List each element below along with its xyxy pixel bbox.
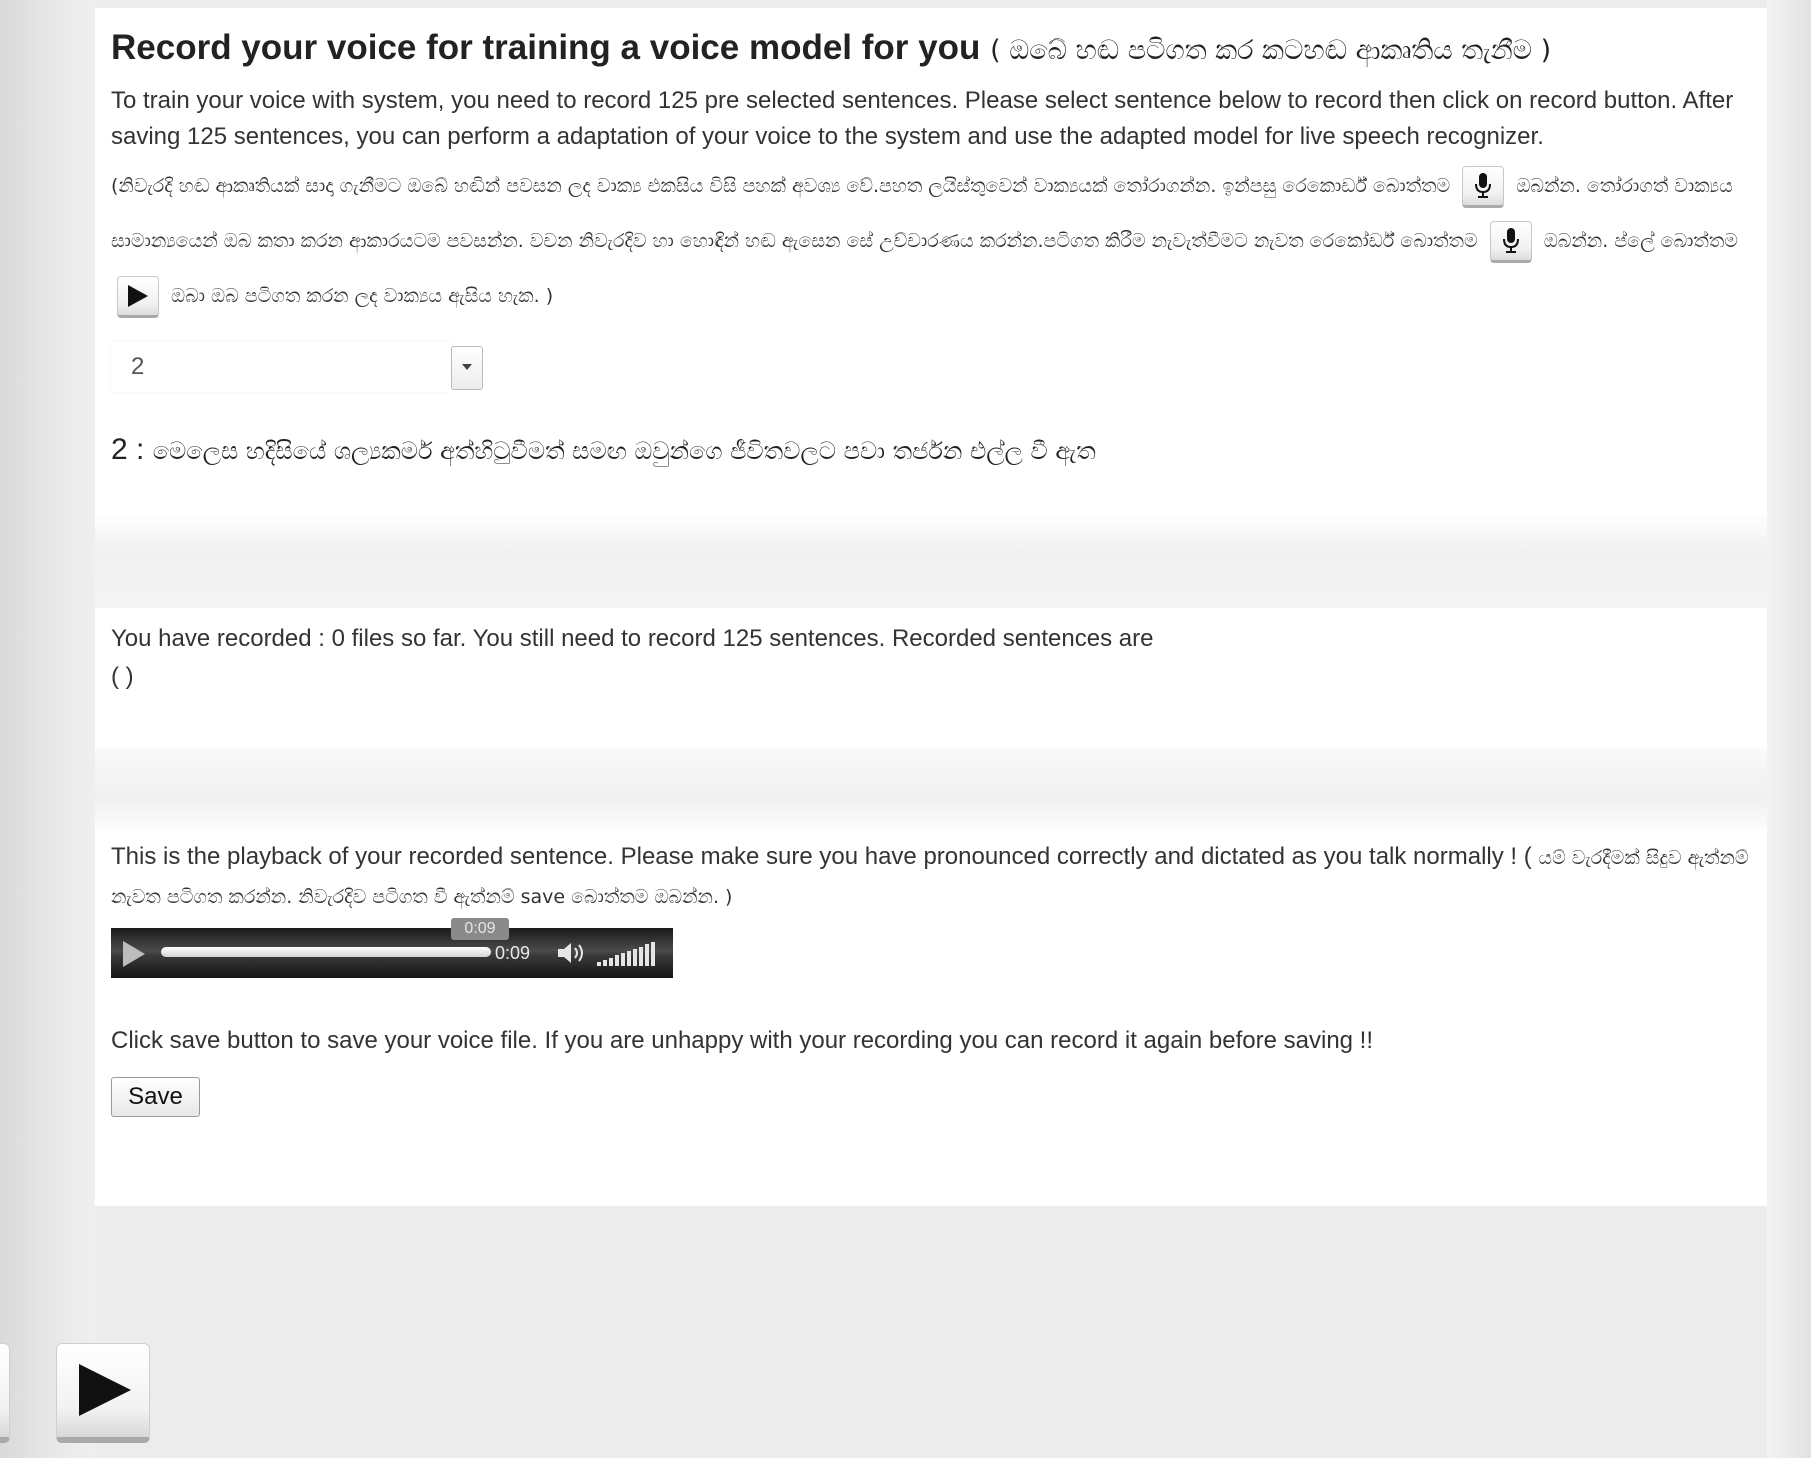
play-button[interactable]: [56, 1343, 150, 1443]
volume-bar: [615, 955, 619, 966]
volume-bar: [627, 951, 631, 966]
volume-bar: [609, 957, 613, 966]
save-instructions: Click save button to save your voice fil…: [111, 1027, 1374, 1054]
selected-sentence: 2 : මෙලෙස හදිසියේ ශල්‍යකර්ම අත්හිටුවීමත්…: [111, 430, 1751, 471]
page-background-left: [0, 0, 95, 1458]
page-title: Record your voice for training a voice m…: [111, 18, 1751, 81]
sentence-text: මෙලෙස හදිසියේ ශල්‍යකර්ම අත්හිටුවීමත් සමඟ…: [152, 437, 1096, 465]
audio-player[interactable]: 0:09 0:09: [111, 918, 673, 978]
intro-sinhala-part4: ඔබා ඔබ පටිගත කරන ලද වාක්‍යය ඇසිය හැක. ): [171, 285, 554, 307]
intro-english: To train your voice with system, you nee…: [111, 87, 1734, 150]
intro-sinhala-part3: ඔබන්න. ප්ලේ බොත්තම: [1543, 230, 1738, 252]
sentence-number: 2: [111, 433, 128, 466]
intro-sinhala: (නිවැරදි හඬ ආකෘතියක් සාදා ගැනීමට ඔබේ හඬි…: [111, 159, 1771, 324]
chevron-down-icon[interactable]: [451, 346, 483, 390]
recording-status: You have recorded : 0 files so far. You …: [111, 620, 1153, 696]
microphone-icon: [1462, 165, 1505, 208]
panel-band: [95, 513, 1767, 608]
seek-bar-progress: [161, 947, 491, 957]
playback-time: 0:09: [495, 943, 531, 963]
play-icon: [117, 275, 159, 318]
play-icon[interactable]: [123, 941, 145, 967]
seek-tooltip: 0:09: [451, 918, 509, 940]
page-title-english: Record your voice for training a voice m…: [111, 28, 981, 67]
playback-instructions: This is the playback of your recorded se…: [111, 838, 1751, 916]
recorded-sentences-list: ( ): [111, 663, 134, 690]
sentence-separator: :: [127, 433, 153, 466]
recording-section: Record your voice for training a voice m…: [111, 18, 1751, 471]
panel-band: [95, 748, 1767, 828]
volume-bar: [633, 948, 637, 966]
sentence-select-value[interactable]: 2: [111, 342, 451, 392]
sentence-select[interactable]: 2: [111, 342, 486, 392]
seek-bar[interactable]: [161, 947, 491, 957]
volume-icon[interactable]: [558, 941, 588, 970]
volume-bar: [603, 959, 607, 966]
playback-instructions-english: This is the playback of your recorded se…: [111, 843, 1532, 870]
volume-bar: [645, 944, 649, 966]
microphone-button-partial[interactable]: [0, 1343, 10, 1443]
play-icon: [79, 1364, 131, 1416]
volume-slider[interactable]: [597, 942, 661, 966]
intro-sinhala-part1: (නිවැරදි හඬ ආකෘතියක් සාදා ගැනීමට ඔබේ හඬි…: [111, 175, 1451, 197]
recording-status-line: You have recorded : 0 files so far. You …: [111, 625, 1154, 652]
save-button[interactable]: Save: [111, 1077, 200, 1117]
volume-bar: [597, 962, 601, 966]
microphone-icon: [1489, 220, 1532, 263]
page-background-right: [1767, 0, 1811, 1458]
page-title-sinhala: ( ඔබේ හඬ පටිගත කර කටහඬ ආකෘතිය තැනීම ): [990, 35, 1552, 66]
volume-bar: [639, 946, 643, 966]
volume-bar: [621, 953, 625, 966]
volume-bar: [651, 942, 655, 966]
